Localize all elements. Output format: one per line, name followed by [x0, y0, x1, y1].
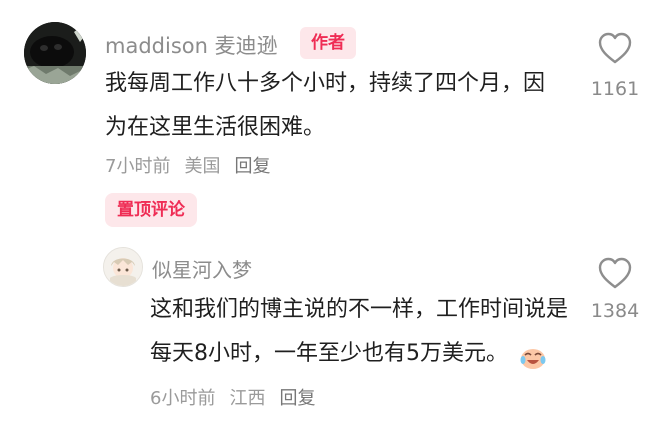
avatar-anime-image — [104, 248, 142, 286]
reply-text: 这和我们的博主说的不一样，工作时间说是每天8小时，一年至少也有5万美元。 6小时… — [150, 288, 570, 421]
like-count: 1161 — [590, 78, 640, 100]
comment-location: 美国 — [184, 156, 221, 177]
comment-username[interactable]: maddison 麦迪逊 — [105, 30, 278, 60]
laughing-crying-emoji-icon — [519, 342, 547, 369]
avatar[interactable] — [24, 22, 86, 84]
heart-icon[interactable] — [597, 31, 633, 65]
reply-button[interactable]: 回复 — [234, 156, 270, 177]
avatar-cat-image — [24, 22, 86, 84]
comment-main: maddison 麦迪逊 作者 我每周工作八十多个小时，持续了四个月，因为在这里… — [0, 0, 660, 240]
reply-text-content: 这和我们的博主说的不一样，工作时间说是每天8小时，一年至少也有5万美元。 — [150, 297, 569, 366]
comment-reply: 似星河入梦 这和我们的博主说的不一样，工作时间说是每天8小时，一年至少也有5万美… — [0, 240, 660, 409]
pinned-comment-badge: 置顶评论 — [105, 193, 197, 227]
heart-icon[interactable] — [597, 256, 633, 290]
author-badge: 作者 — [300, 27, 356, 59]
like-count: 1384 — [590, 300, 640, 322]
comment-time: 7小时前 — [105, 156, 171, 177]
avatar[interactable] — [103, 247, 143, 287]
comment-text: 我每周工作八十多个小时，持续了四个月，因为在这里生活很困难。 — [105, 71, 546, 140]
reply-username[interactable]: 似星河入梦 — [152, 254, 252, 283]
comment-meta: 7小时前 美国 回复 — [105, 152, 284, 178]
